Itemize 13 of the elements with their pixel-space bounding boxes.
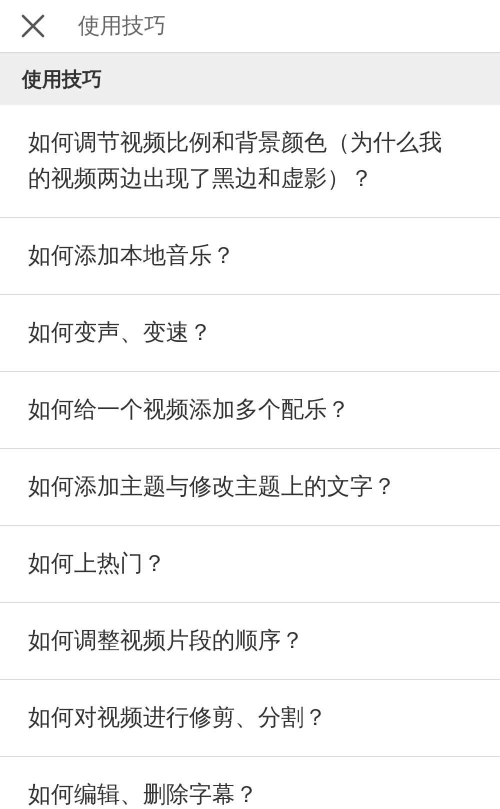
tip-item[interactable]: 如何对视频进行修剪、分割？	[0, 680, 500, 757]
tip-item[interactable]: 如何调节视频比例和背景颜色（为什么我的视频两边出现了黑边和虚影）？	[0, 105, 500, 218]
close-button[interactable]	[20, 13, 46, 39]
tip-item[interactable]: 如何给一个视频添加多个配乐？	[0, 372, 500, 449]
tip-item[interactable]: 如何调整视频片段的顺序？	[0, 603, 500, 680]
close-icon	[21, 14, 45, 38]
page-title: 使用技巧	[78, 13, 166, 41]
tip-item[interactable]: 如何上热门？	[0, 526, 500, 603]
tip-item[interactable]: 如何编辑、删除字幕？	[0, 757, 500, 809]
tip-item[interactable]: 如何添加本地音乐？	[0, 218, 500, 295]
section-header: 使用技巧	[0, 53, 500, 105]
tip-item[interactable]: 如何变声、变速？	[0, 295, 500, 372]
tip-item[interactable]: 如何添加主题与修改主题上的文字？	[0, 449, 500, 526]
